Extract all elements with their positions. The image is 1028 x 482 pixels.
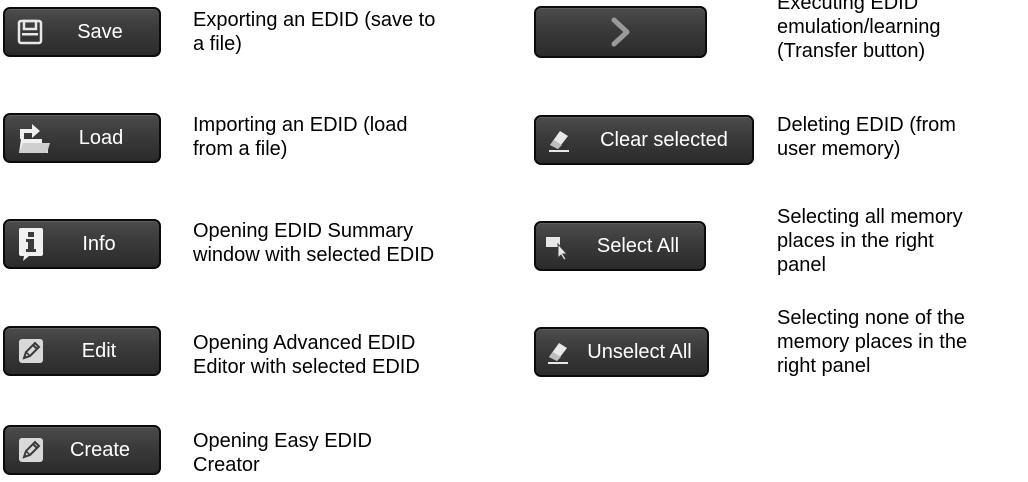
select-all-description: Selecting all memory places in the right… — [777, 206, 963, 276]
unselect-all-button[interactable]: Unselect All — [534, 327, 709, 377]
save-button-label: Save — [77, 20, 123, 43]
load-arrow-icon — [5, 121, 61, 155]
clear-selected-button[interactable]: Clear selected — [534, 115, 754, 165]
edit-button[interactable]: Edit — [3, 326, 161, 376]
chevron-right-icon — [601, 17, 641, 47]
load-button[interactable]: Load — [3, 113, 161, 163]
clear-selected-label: Clear selected — [600, 128, 728, 151]
clear-selected-description: Deleting EDID (from user memory) — [777, 114, 956, 160]
edit-button-label: Edit — [81, 339, 117, 362]
cursor-select-icon — [536, 232, 580, 260]
create-description: Opening Easy EDID Creator — [193, 430, 372, 476]
info-button[interactable]: Info — [3, 219, 161, 269]
floppy-disk-icon — [5, 19, 55, 45]
eraser-icon — [536, 127, 582, 153]
info-description: Opening EDID Summary window with selecte… — [193, 220, 435, 266]
save-description: Exporting an EDID (save to a file) — [193, 9, 436, 55]
create-button-label: Create — [69, 438, 131, 461]
transfer-button[interactable] — [534, 6, 707, 58]
load-button-label: Load — [78, 126, 124, 149]
edit-description: Opening Advanced EDID Editor with select… — [193, 332, 420, 378]
select-all-button[interactable]: Select All — [534, 221, 706, 271]
info-button-label: Info — [82, 232, 116, 255]
save-button[interactable]: Save — [3, 7, 161, 57]
unselect-all-description: Selecting none of the memory places in t… — [777, 307, 968, 377]
eraser-icon — [536, 339, 576, 365]
pencil-icon — [5, 436, 57, 464]
load-description: Importing an EDID (load from a file) — [193, 114, 408, 160]
info-icon — [5, 226, 57, 262]
select-all-label: Select All — [596, 234, 680, 257]
transfer-description: Executing EDID emulation/learning (Trans… — [777, 0, 941, 62]
unselect-all-label: Unselect All — [587, 340, 692, 363]
pencil-icon — [5, 337, 57, 365]
create-button[interactable]: Create — [3, 425, 161, 475]
